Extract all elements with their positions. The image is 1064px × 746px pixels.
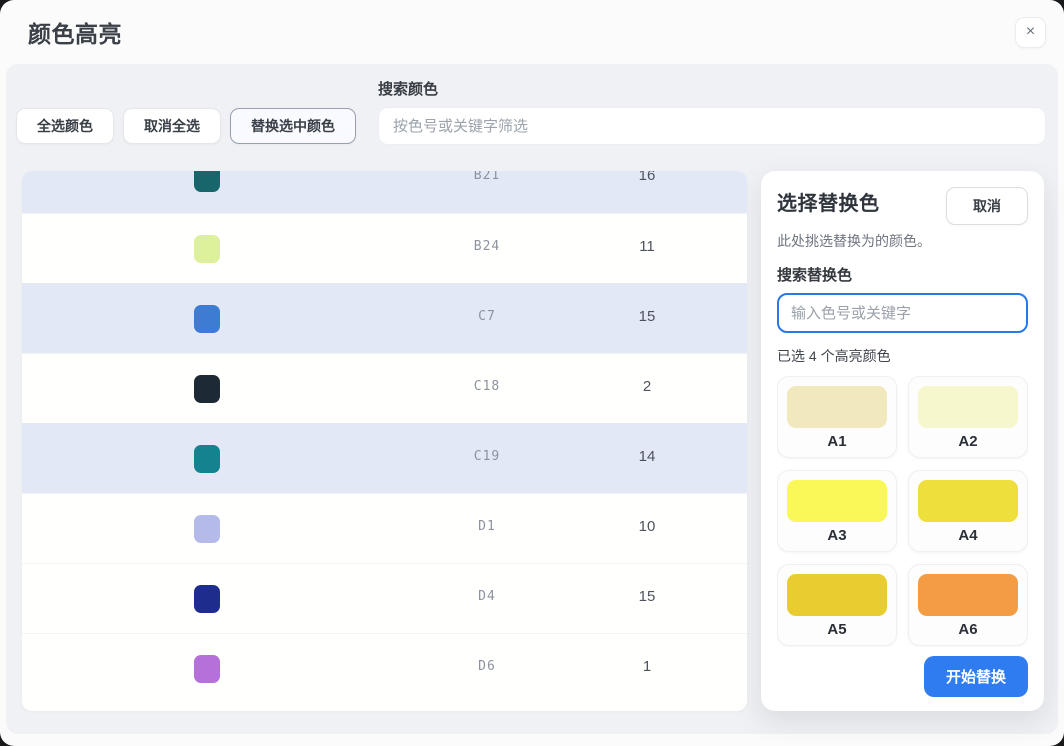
color-list: B21 16 B24 11 C7 15	[22, 171, 747, 711]
selected-count-text: 已选 4 个高亮颜色	[777, 346, 1028, 366]
replacement-search-label: 搜索替换色	[777, 264, 1028, 285]
replace-color-panel: 选择替换色 取消 此处挑选替换为的颜色。 搜索替换色 已选 4 个高亮颜色 A1…	[761, 171, 1044, 711]
color-count: 16	[597, 171, 697, 184]
start-replace-button[interactable]: 开始替换	[924, 656, 1028, 697]
replacement-swatch-a6[interactable]: A6	[908, 564, 1028, 646]
color-code: B24	[412, 239, 562, 254]
color-row-d4[interactable]: D4 15	[22, 563, 747, 633]
color-swatch	[194, 655, 220, 683]
color-row-c19[interactable]: C19 14	[22, 423, 747, 493]
color-code: D6	[412, 659, 562, 674]
deselect-all-button[interactable]: 取消全选	[123, 108, 221, 144]
color-row-d1[interactable]: D1 10	[22, 493, 747, 563]
swatch-color	[918, 574, 1018, 616]
color-code: C18	[412, 379, 562, 394]
color-swatch	[194, 305, 220, 333]
replacement-swatch-a1[interactable]: A1	[777, 376, 897, 458]
color-code: B21	[412, 171, 562, 183]
swatch-label: A5	[787, 621, 887, 638]
replacement-swatch-a4[interactable]: A4	[908, 470, 1028, 552]
color-row-b21[interactable]: B21 16	[22, 171, 747, 213]
color-swatch	[194, 515, 220, 543]
color-swatch	[194, 235, 220, 263]
color-swatch	[194, 585, 220, 613]
swatch-label: A2	[918, 433, 1018, 450]
replace-panel-footer: 开始替换	[777, 656, 1028, 697]
dialog-body: 全选颜色 取消全选 替换选中颜色 搜索颜色 B21 16 B24	[6, 64, 1058, 734]
dialog-title: 颜色高亮	[28, 15, 122, 49]
close-button[interactable]: ×	[1015, 17, 1046, 48]
color-count: 2	[597, 378, 697, 395]
dialog-header: 颜色高亮 ×	[0, 0, 1064, 64]
replacement-swatch-a2[interactable]: A2	[908, 376, 1028, 458]
swatch-label: A6	[918, 621, 1018, 638]
swatch-color	[787, 480, 887, 522]
color-count: 15	[597, 588, 697, 605]
replacement-swatch-a5[interactable]: A5	[777, 564, 897, 646]
color-swatch	[194, 375, 220, 403]
replacement-swatch-a3[interactable]: A3	[777, 470, 897, 552]
color-rows: B21 16 B24 11 C7 15	[22, 171, 747, 703]
replace-selected-colors-button[interactable]: 替换选中颜色	[230, 108, 356, 144]
color-search-label: 搜索颜色	[378, 78, 1046, 99]
color-row-c18[interactable]: C18 2	[22, 353, 747, 423]
replacement-swatch-grid: A1 A2 A3 A4	[777, 376, 1028, 647]
swatch-label: A1	[787, 433, 887, 450]
color-count: 14	[597, 448, 697, 465]
swatch-color	[787, 386, 887, 428]
color-count: 11	[597, 238, 697, 255]
swatch-color	[918, 386, 1018, 428]
cancel-button[interactable]: 取消	[946, 187, 1028, 225]
color-highlight-dialog: 颜色高亮 × 全选颜色 取消全选 替换选中颜色 搜索颜色 B21 16	[0, 0, 1064, 746]
color-swatch	[194, 171, 220, 192]
content-row: B21 16 B24 11 C7 15	[22, 171, 1044, 711]
color-count: 10	[597, 518, 697, 535]
color-search-input[interactable]	[378, 107, 1046, 145]
replace-panel-header: 选择替换色 取消	[777, 187, 1028, 225]
color-swatch	[194, 445, 220, 473]
select-all-colors-button[interactable]: 全选颜色	[16, 108, 114, 144]
color-row-c7[interactable]: C7 15	[22, 283, 747, 353]
color-search-group: 搜索颜色	[378, 78, 1046, 145]
color-count: 1	[597, 658, 697, 675]
close-icon: ×	[1026, 23, 1035, 41]
swatch-color	[787, 574, 887, 616]
color-code: C19	[412, 449, 562, 464]
color-code: C7	[412, 309, 562, 324]
color-code: D1	[412, 519, 562, 534]
color-code: D4	[412, 589, 562, 604]
replacement-search-input[interactable]	[777, 293, 1028, 333]
swatch-label: A4	[918, 527, 1018, 544]
color-row-d6[interactable]: D6 1	[22, 633, 747, 703]
swatch-label: A3	[787, 527, 887, 544]
color-row-b24[interactable]: B24 11	[22, 213, 747, 283]
color-count: 15	[597, 308, 697, 325]
replace-panel-description: 此处挑选替换为的颜色。	[777, 231, 937, 251]
swatch-color	[918, 480, 1018, 522]
replace-panel-title: 选择替换色	[777, 187, 880, 216]
toolbar: 全选颜色 取消全选 替换选中颜色 搜索颜色	[14, 78, 1048, 145]
